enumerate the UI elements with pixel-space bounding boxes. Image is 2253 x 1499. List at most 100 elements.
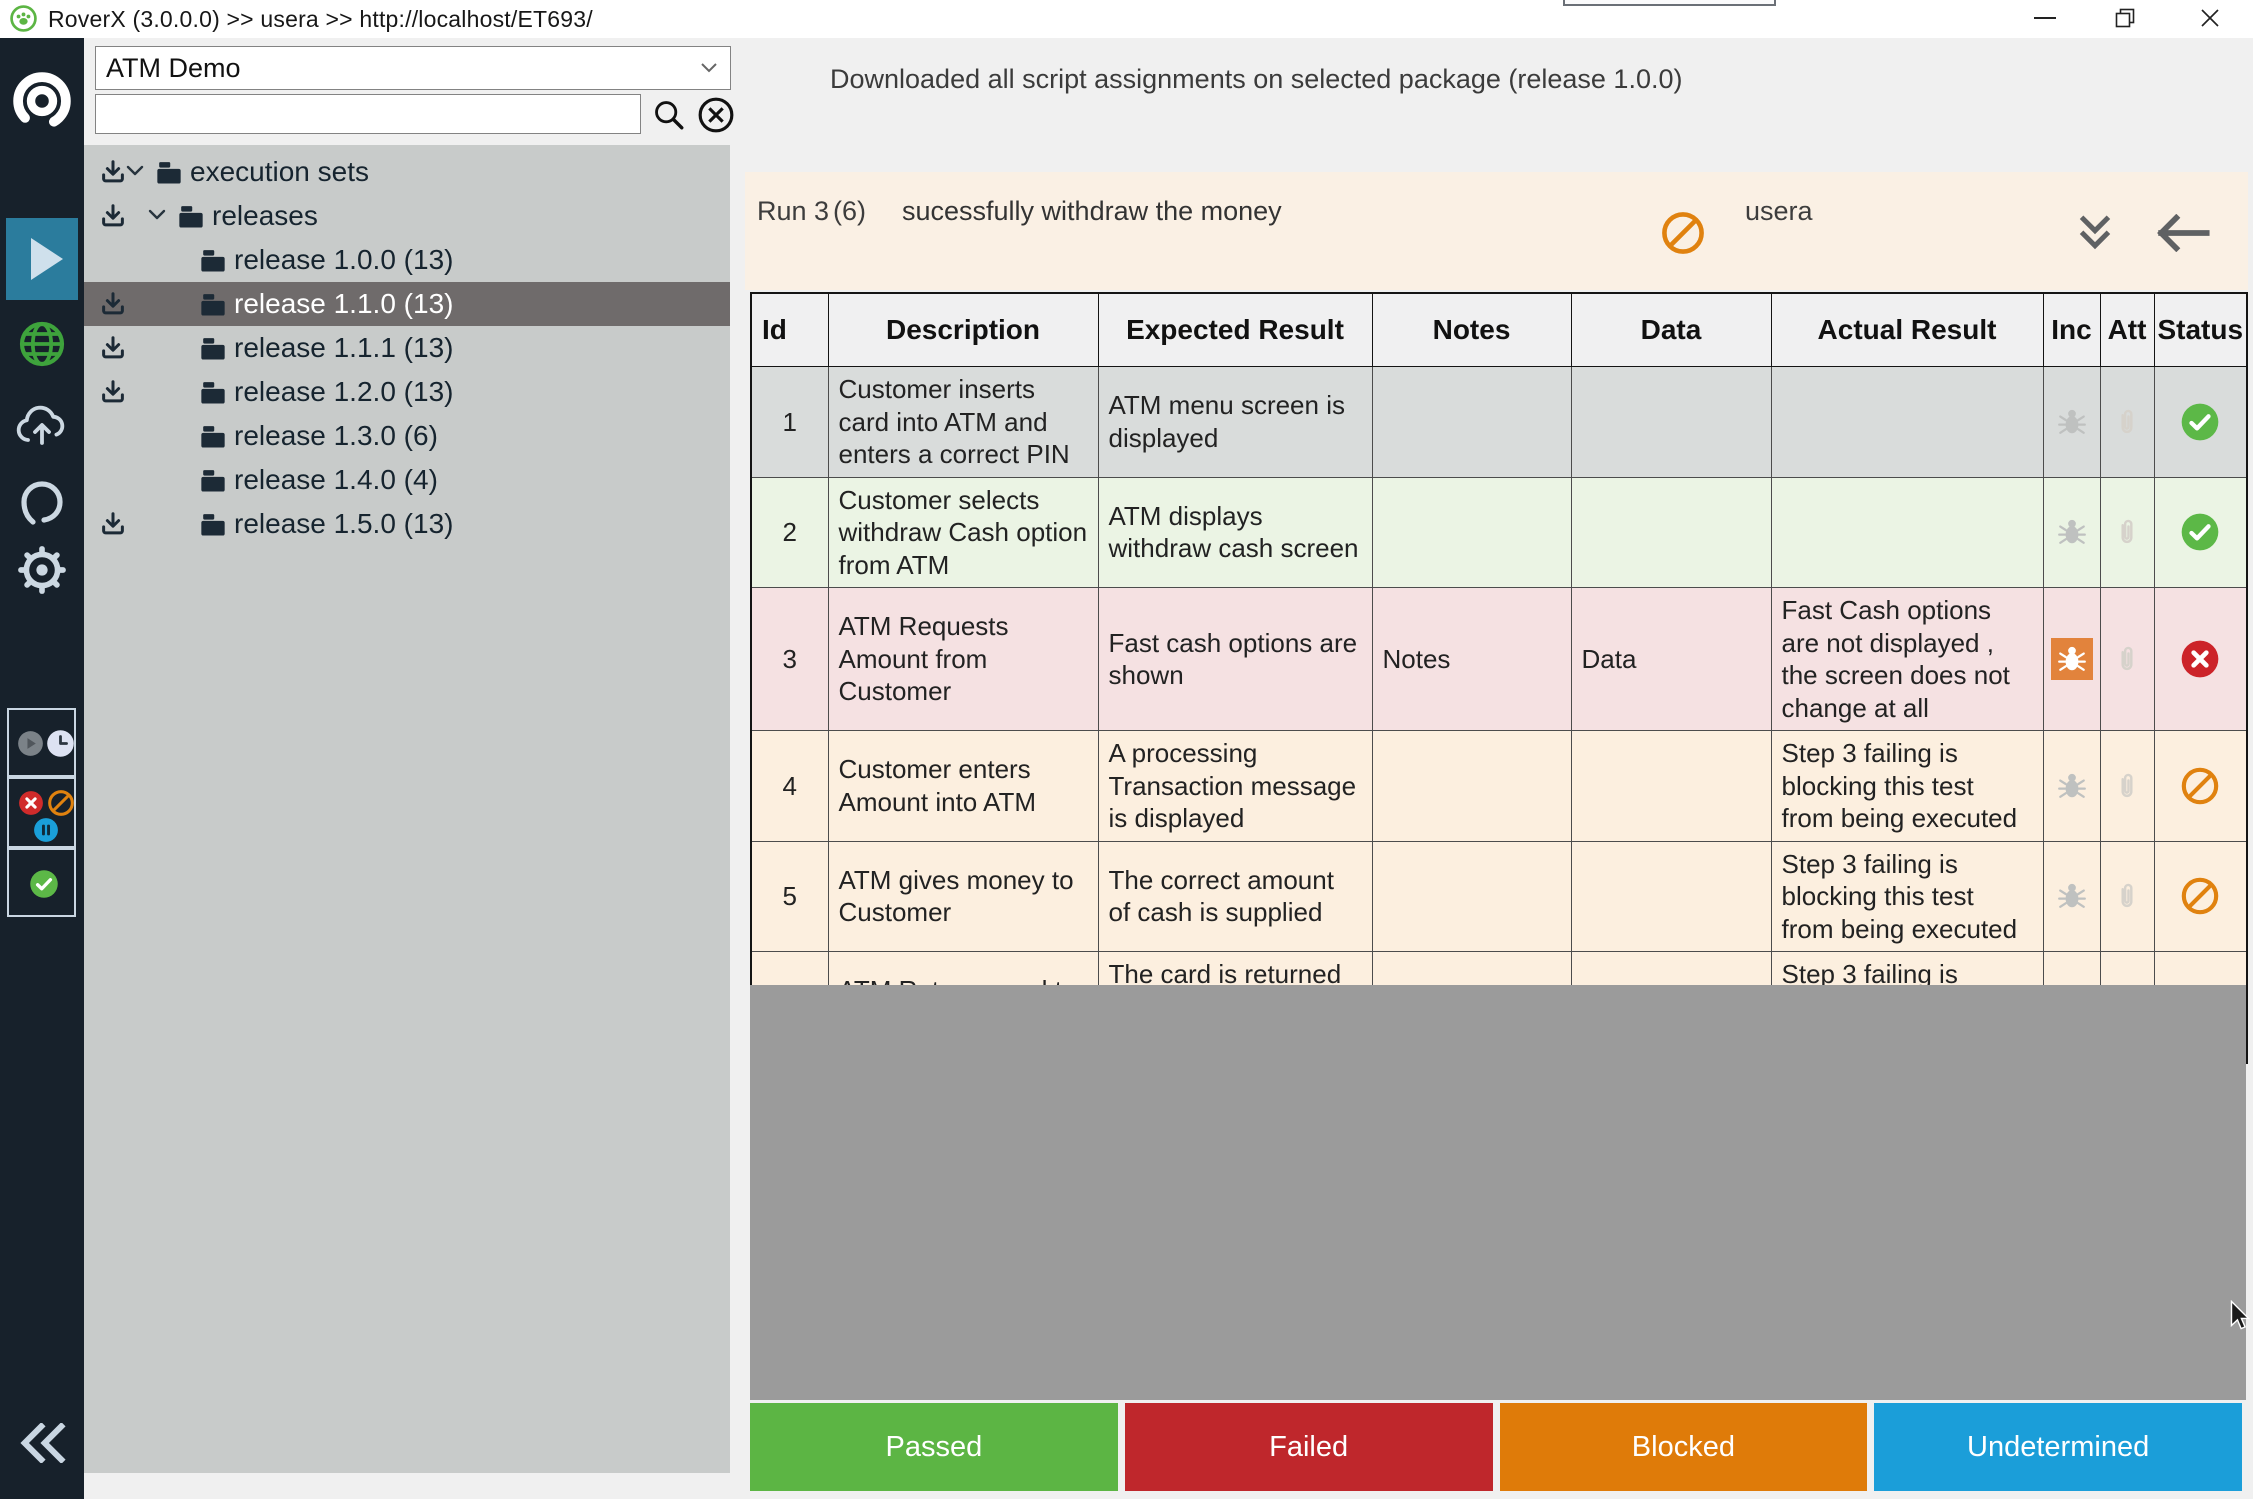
back-arrow-icon[interactable] [2153, 214, 2211, 252]
cell-id: 1 [751, 367, 828, 478]
sidebar-item-settings[interactable] [6, 542, 78, 598]
tree-item-label: release 1.2.0 (13) [234, 370, 453, 414]
tree-item[interactable]: release 1.4.0 (4) [84, 458, 730, 502]
bug-icon [2056, 406, 2088, 438]
clear-search-icon[interactable] [697, 96, 735, 134]
status-button-blocked[interactable]: Blocked [1500, 1403, 1868, 1491]
restore-button[interactable] [2102, 0, 2148, 36]
folder-icon [198, 379, 228, 406]
cell-description: ATM gives money to Customer [828, 841, 1098, 952]
window-title: RoverX (3.0.0.0) >> usera >> http://loca… [48, 6, 593, 33]
cell-incident [2043, 477, 2100, 588]
tree-item[interactable]: release 1.1.1 (13) [84, 326, 730, 370]
run-step-count: (6) [833, 196, 866, 227]
cell-expected-result: ATM displays withdraw cash screen [1098, 477, 1372, 588]
status-button-failed[interactable]: Failed [1125, 1403, 1493, 1491]
sidebar-item-support[interactable] [6, 472, 78, 526]
status-button-passed[interactable]: Passed [750, 1403, 1118, 1491]
status-button-undetermined[interactable]: Undetermined [1874, 1403, 2242, 1491]
folder-icon [176, 203, 206, 230]
folder-icon [198, 335, 228, 362]
project-selector-value: ATM Demo [106, 53, 241, 84]
status-icon-blocked [2180, 766, 2220, 806]
cell-actual-result: Step 3 failing is blocking this test fro… [1771, 731, 2043, 842]
expand-chevron-icon[interactable] [146, 207, 168, 223]
cell-expected-result: A processing Transaction message is disp… [1098, 731, 1372, 842]
column-header: Inc [2043, 293, 2100, 367]
cell-status [2154, 731, 2247, 842]
download-icon[interactable] [98, 510, 128, 540]
tree-item[interactable]: release 1.2.0 (13) [84, 370, 730, 414]
project-selector[interactable]: ATM Demo [95, 46, 731, 90]
column-header: Expected Result [1098, 293, 1372, 367]
step-row[interactable]: 2Customer selects withdraw Cash option f… [751, 477, 2247, 588]
step-row[interactable]: 5ATM gives money to CustomerThe correct … [751, 841, 2247, 952]
paperclip-icon [2112, 880, 2142, 912]
tree-item[interactable]: release 1.0.0 (13) [84, 238, 730, 282]
tree-item[interactable]: release 1.5.0 (13) [84, 502, 730, 546]
table-empty-area [750, 985, 2246, 1400]
cell-notes: Notes [1372, 588, 1571, 731]
column-header: Description [828, 293, 1098, 367]
folder-icon [198, 423, 228, 450]
column-header: Status [2154, 293, 2247, 367]
step-row[interactable]: 4Customer enters Amount into ATMA proces… [751, 731, 2247, 842]
run-status-blocked-icon [1660, 210, 1706, 256]
tree-item[interactable]: releases [84, 194, 730, 238]
cell-data [1571, 731, 1771, 842]
status-button-bar: PassedFailedBlockedUndetermined [750, 1403, 2242, 1491]
cell-expected-result: The correct amount of cash is supplied [1098, 841, 1372, 952]
tree-item[interactable]: execution sets [84, 150, 730, 194]
cloud-upload-icon [14, 400, 70, 446]
tree-item[interactable]: release 1.1.0 (13) [84, 282, 730, 326]
tree-item-label: release 1.0.0 (13) [234, 238, 453, 282]
cell-expected-result: ATM menu screen is displayed [1098, 367, 1372, 478]
close-button[interactable] [2187, 0, 2233, 36]
steps-table: IdDescriptionExpected ResultNotesDataAct… [750, 292, 2248, 1064]
tree-item[interactable]: release 1.3.0 (6) [84, 414, 730, 458]
sidebar-item-upload[interactable] [6, 396, 78, 450]
tree-item-label: release 1.4.0 (4) [234, 458, 438, 502]
failed-x-icon [18, 790, 44, 816]
cell-actual-result [1771, 477, 2043, 588]
legend-group-negative [7, 777, 76, 848]
cell-incident [2043, 588, 2100, 731]
collapse-sidebar-icon[interactable] [18, 1423, 68, 1463]
cell-actual-result: Step 3 failing is blocking this test fro… [1771, 841, 2043, 952]
download-icon[interactable] [98, 290, 128, 320]
chevron-down-icon [700, 62, 718, 74]
sidebar-item-web[interactable] [6, 316, 78, 372]
minimize-button[interactable] [2022, 0, 2068, 36]
step-row[interactable]: 1Customer inserts card into ATM and ente… [751, 367, 2247, 478]
mouse-cursor [2228, 1300, 2252, 1334]
table-header-row: IdDescriptionExpected ResultNotesDataAct… [751, 293, 2247, 367]
download-icon[interactable] [98, 334, 128, 364]
cell-status [2154, 477, 2247, 588]
app-logo-paw-icon [10, 5, 37, 32]
headset-icon [18, 473, 66, 525]
cell-notes [1372, 731, 1571, 842]
search-input[interactable] [95, 94, 641, 134]
download-icon[interactable] [98, 378, 128, 408]
tree-item-label: release 1.5.0 (13) [234, 502, 453, 546]
expand-all-icon[interactable] [2075, 212, 2115, 256]
explorer-tree-panel: execution setsreleasesrelease 1.0.0 (13)… [84, 145, 730, 1473]
cell-notes [1372, 477, 1571, 588]
sidebar-item-run[interactable] [6, 218, 78, 300]
cell-data [1571, 367, 1771, 478]
cell-notes [1372, 841, 1571, 952]
column-header: Att [2100, 293, 2154, 367]
cell-data: Data [1571, 588, 1771, 731]
download-icon[interactable] [98, 202, 128, 232]
expand-chevron-icon[interactable] [124, 163, 146, 179]
cell-description: ATM Requests Amount from Customer [828, 588, 1098, 731]
blocked-slash-icon [47, 789, 75, 817]
status-icon-passed [2180, 402, 2220, 442]
status-message: Downloaded all script assignments on sel… [830, 64, 1682, 95]
incident-button[interactable] [2051, 638, 2093, 680]
step-row[interactable]: 3ATM Requests Amount from CustomerFast c… [751, 588, 2247, 731]
search-icon[interactable] [652, 98, 686, 132]
paperclip-icon [2112, 406, 2142, 438]
run-header: Run 3 (6) sucessfully withdraw the money… [745, 172, 2248, 290]
pending-clock-icon [46, 729, 75, 758]
